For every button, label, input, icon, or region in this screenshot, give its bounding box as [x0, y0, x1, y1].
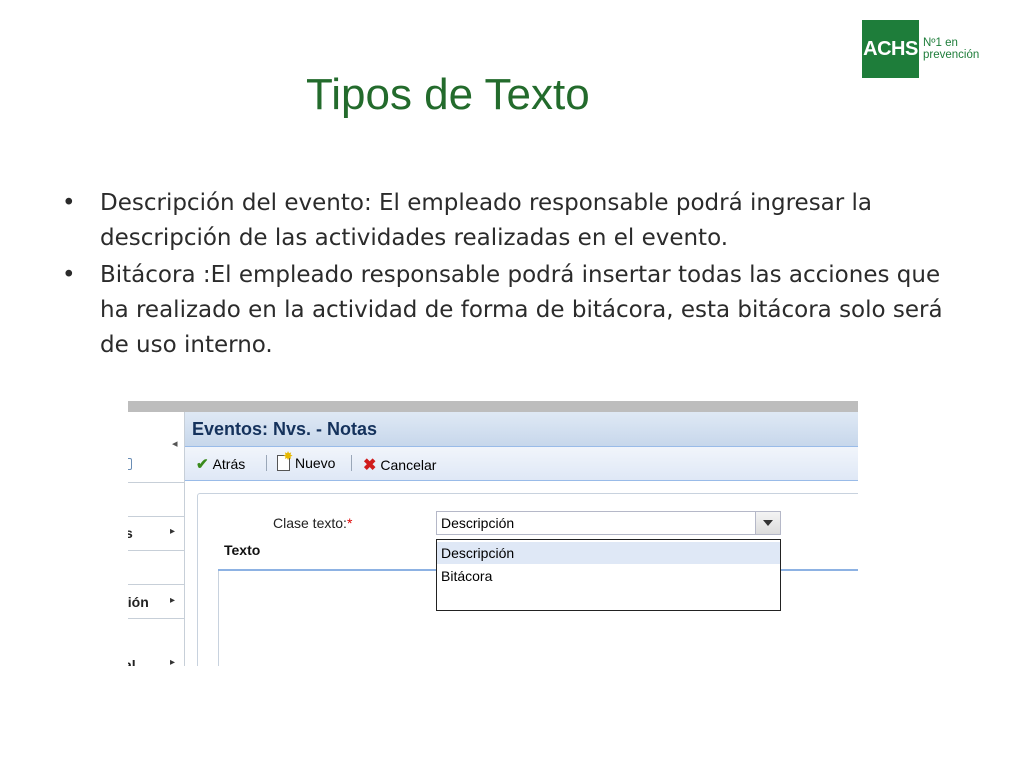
bullet-text: Bitácora :El empleado responsable podrá … — [100, 262, 943, 358]
chevron-right-icon: ▸ — [169, 526, 175, 537]
nav-row-empty[interactable] — [128, 551, 184, 585]
option-label: Bitácora — [441, 568, 493, 584]
clase-texto-label-text: Clase texto: — [273, 515, 347, 531]
nav-item-label: s — [128, 525, 133, 541]
new-document-icon: ✸ — [277, 449, 293, 471]
toolbar: ✔ Atrás ✸ Nuevo ✖ Cancelar — [185, 447, 858, 481]
panel-title: Eventos: Nvs. - Notas — [192, 419, 378, 439]
logo-tagline: Nº1 en prevención — [923, 37, 979, 61]
option-descripcion[interactable]: Descripción — [437, 542, 780, 564]
nav-item-label: ción — [128, 594, 149, 610]
nav-icon — [128, 458, 132, 470]
option-bitacora[interactable]: Bitácora — [437, 565, 780, 587]
new-button[interactable]: ✸ Nuevo — [277, 449, 336, 471]
clase-texto-label: Clase texto:* — [273, 515, 352, 531]
toolbar-separator — [266, 455, 267, 471]
chevron-right-icon: ▸ — [169, 657, 175, 666]
clase-texto-select[interactable]: Descripción — [436, 511, 781, 535]
app-screenshot: s ▸ ción ▸ al ▸ ◂ Eventos: Nvs. - Notas … — [128, 401, 858, 666]
panel-header: Eventos: Nvs. - Notas — [185, 412, 858, 447]
nav-row-empty[interactable] — [128, 483, 184, 517]
bullet-dot: • — [62, 262, 76, 288]
achs-logo: ACHS Nº1 en prevención — [862, 20, 979, 78]
chevron-right-icon: ▸ — [169, 595, 175, 606]
option-label: Descripción — [441, 545, 515, 561]
bullet-item: • Bitácora :El empleado responsable podr… — [62, 258, 962, 363]
bullet-list: • Descripción del evento: El empleado re… — [62, 186, 962, 365]
chevron-down-icon — [763, 520, 773, 526]
nav-item-label: al — [128, 657, 136, 666]
bullet-item: • Descripción del evento: El empleado re… — [62, 186, 962, 256]
back-label: Atrás — [212, 456, 246, 472]
cancel-button[interactable]: ✖ Cancelar — [363, 455, 436, 475]
dropdown-trigger[interactable] — [755, 512, 780, 534]
slide-title: Tipos de Texto — [306, 70, 590, 119]
close-icon: ✖ — [363, 457, 377, 474]
check-icon: ✔ — [196, 456, 209, 473]
left-nav: s ▸ ción ▸ al ▸ — [128, 412, 185, 666]
nav-item-2[interactable]: ción ▸ — [128, 585, 184, 619]
clase-texto-options: Descripción Bitácora — [436, 539, 781, 611]
bullet-dot: • — [62, 190, 76, 216]
required-mark: * — [346, 515, 353, 531]
clase-texto-value: Descripción — [441, 515, 515, 531]
logo-tagline-line1: Nº1 en — [923, 37, 958, 49]
texto-label: Texto — [224, 542, 261, 558]
bullet-text: Descripción del evento: El empleado resp… — [100, 190, 873, 251]
back-button[interactable]: ✔ Atrás — [196, 455, 245, 473]
top-strip — [128, 401, 858, 412]
nav-item-3[interactable]: al ▸ — [128, 619, 184, 666]
logo-tagline-line2: prevención — [923, 49, 980, 61]
cancel-label: Cancelar — [380, 457, 437, 473]
new-label: Nuevo — [295, 455, 336, 471]
collapse-icon[interactable]: ◂ — [172, 437, 178, 450]
logo-mark: ACHS — [862, 20, 919, 78]
toolbar-separator — [351, 455, 352, 471]
nav-item-1[interactable]: s ▸ — [128, 517, 184, 551]
